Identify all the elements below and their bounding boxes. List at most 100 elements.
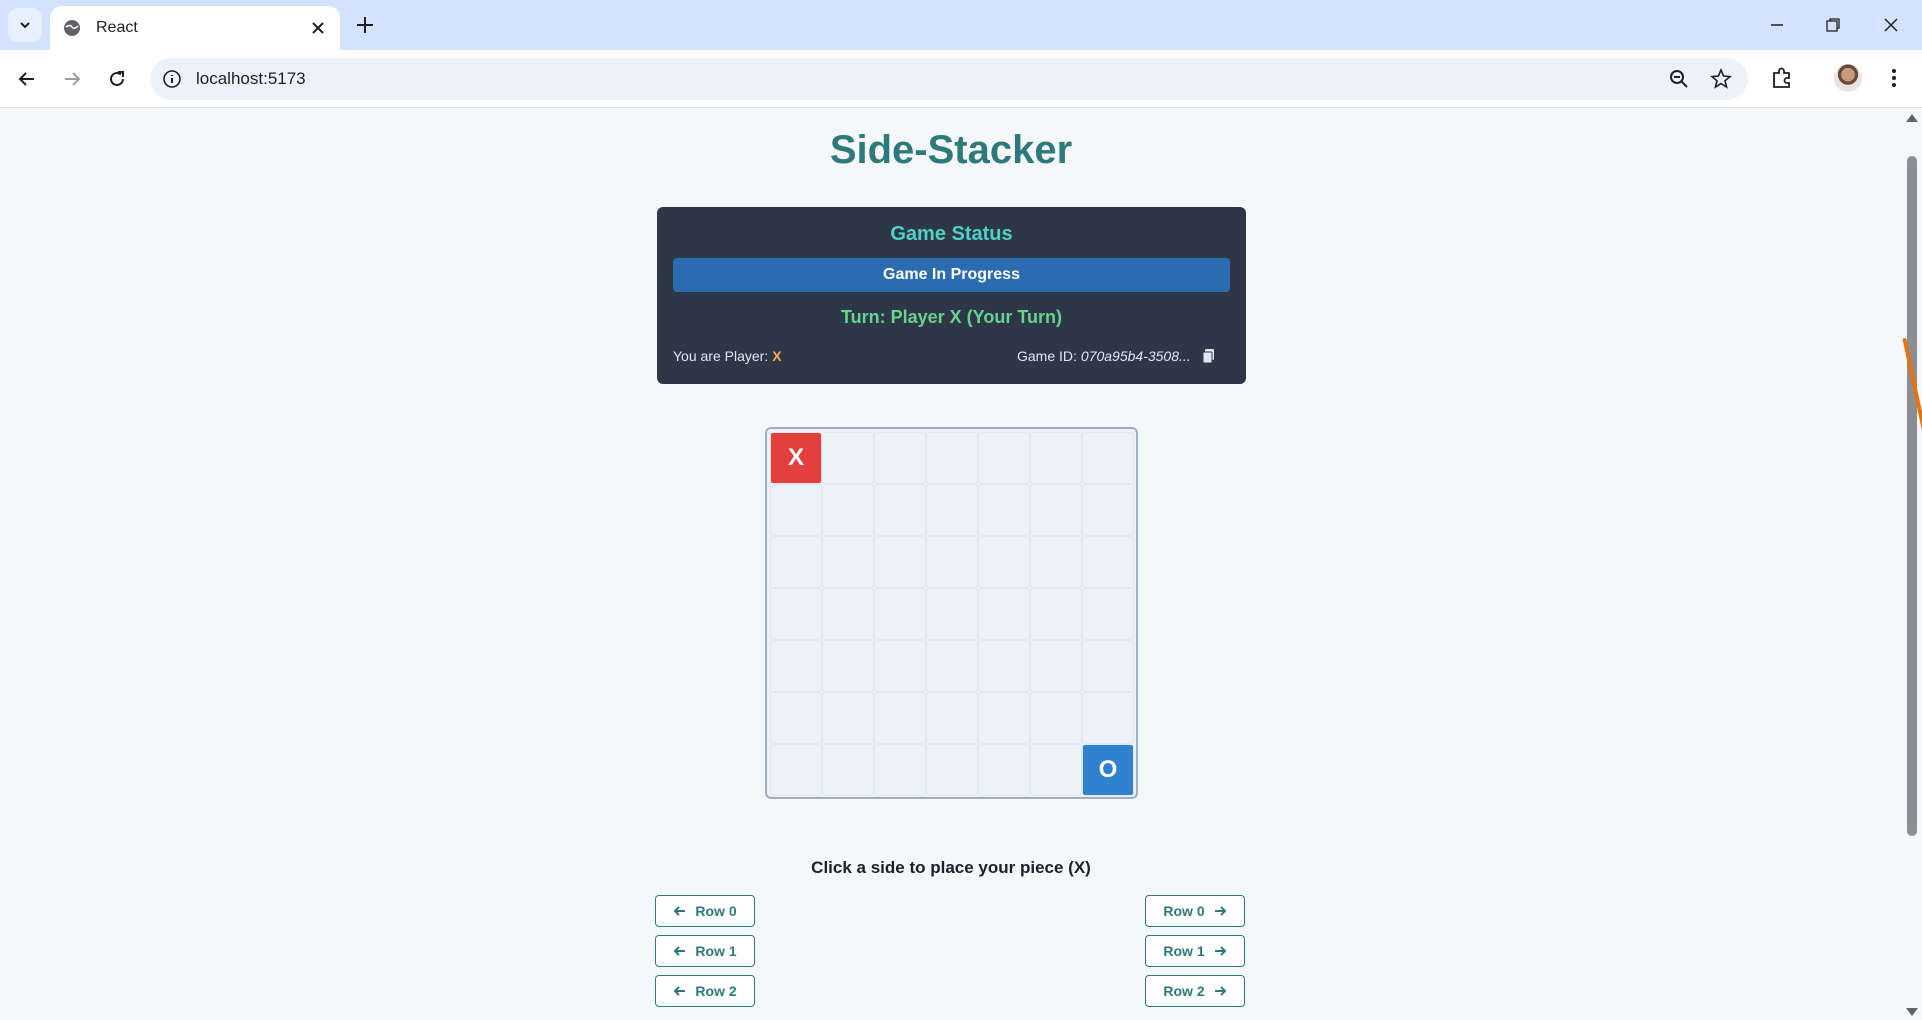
browser-tab[interactable]: React [50,6,340,50]
board-cell [978,640,1030,692]
board-cell [1030,432,1082,484]
board-cell [1030,536,1082,588]
browser-toolbar: localhost:5173 [0,50,1922,108]
board-cell [822,588,874,640]
row-button-label: Row 2 [1163,983,1205,999]
piece-x: X [770,432,822,484]
board-cell [926,692,978,744]
board-cell [874,744,926,796]
board-cell [926,588,978,640]
right-row-0-button[interactable]: Row 0 [1145,895,1245,927]
profile-avatar[interactable] [1834,64,1862,92]
tab-search-button[interactable] [8,8,42,42]
arrow-right-icon [65,72,81,86]
game-board: XO [765,427,1138,799]
board-cell [978,692,1030,744]
player-info: You are Player: X [673,348,782,364]
board-cell [822,692,874,744]
scroll-up-arrow[interactable] [1906,114,1918,122]
game-state-banner: Game In Progress [673,258,1230,292]
game-id-info: Game ID: 070a95b4-3508... [1017,348,1191,364]
extensions-puzzle-icon[interactable] [1768,64,1796,92]
copy-icon[interactable] [1201,348,1217,364]
board-cell [978,536,1030,588]
minimize-button[interactable] [1762,10,1792,40]
board-cell [874,588,926,640]
close-tab-icon[interactable] [308,18,328,38]
arrow-left-icon [673,906,686,916]
board-cell [1082,588,1134,640]
board-cell: O [1082,744,1134,796]
left-row-0-button[interactable]: Row 0 [655,895,755,927]
board-cell [1082,536,1134,588]
right-row-2-button[interactable]: Row 2 [1145,975,1245,1007]
board-cell [1030,640,1082,692]
board-cell [770,588,822,640]
back-button[interactable] [12,64,42,94]
board-cell [978,588,1030,640]
piece-o: O [1082,744,1134,796]
close-window-button[interactable] [1876,10,1906,40]
board-cell [1082,484,1134,536]
site-info-icon[interactable] [162,69,182,89]
board-cell [822,484,874,536]
board-cell [978,432,1030,484]
forward-button[interactable] [57,64,87,94]
tab-strip: React [0,0,1922,50]
row-button-label: Row 0 [1163,903,1205,919]
board-cell [822,744,874,796]
board-cell [874,692,926,744]
board-cell [1030,692,1082,744]
board-cell [926,484,978,536]
board-cell [926,640,978,692]
bookmark-star-icon[interactable] [1710,68,1732,90]
right-row-1-button[interactable]: Row 1 [1145,935,1245,967]
zoom-icon[interactable] [1668,68,1690,90]
board-cell [770,744,822,796]
row-button-label: Row 2 [695,983,737,999]
kebab-menu-icon [1892,69,1896,87]
game-id-value: 070a95b4-3508... [1080,348,1191,364]
instruction-text: Click a side to place your piece (X) [811,858,1091,877]
address-bar[interactable]: localhost:5173 [150,58,1748,100]
close-icon [1884,18,1898,32]
reload-button[interactable] [102,64,132,94]
board-cell [770,692,822,744]
page-title: Side-Stacker [829,128,1073,172]
board-cell [1082,432,1134,484]
board-cell [978,484,1030,536]
board-cell [874,484,926,536]
row-button-label: Row 1 [695,943,737,959]
chevron-down-icon [20,22,30,29]
board-cell [1030,484,1082,536]
player-label: You are Player: [673,348,769,364]
restore-icon [1826,18,1840,32]
left-row-2-button[interactable]: Row 2 [655,975,755,1007]
board-cell [926,536,978,588]
globe-icon [64,20,80,36]
new-tab-icon[interactable] [352,12,378,38]
board-cell [822,536,874,588]
reload-icon [110,71,124,86]
scroll-down-arrow[interactable] [1906,1008,1918,1016]
minimize-icon [1771,24,1783,26]
arrow-right-icon [1214,906,1227,916]
board-cell [1030,588,1082,640]
scroll-thumb[interactable] [1907,156,1917,836]
board-cell [770,536,822,588]
turn-indicator: Turn: Player X (Your Turn) [840,307,1062,327]
status-heading: Game Status [890,223,1013,245]
board-cell [822,640,874,692]
board-cell [874,432,926,484]
board-cell [770,640,822,692]
board-cell [822,432,874,484]
page-scrollbar[interactable] [1902,108,1922,1020]
page-content: Side-Stacker Game Status Game In Progres… [0,108,1902,1020]
restore-button[interactable] [1818,10,1848,40]
row-button-label: Row 1 [1163,943,1205,959]
browser-menu-button[interactable] [1880,64,1908,92]
player-value: X [772,348,782,364]
tab-title: React [96,19,138,36]
left-row-1-button[interactable]: Row 1 [655,935,755,967]
arrow-left-icon [18,72,34,86]
